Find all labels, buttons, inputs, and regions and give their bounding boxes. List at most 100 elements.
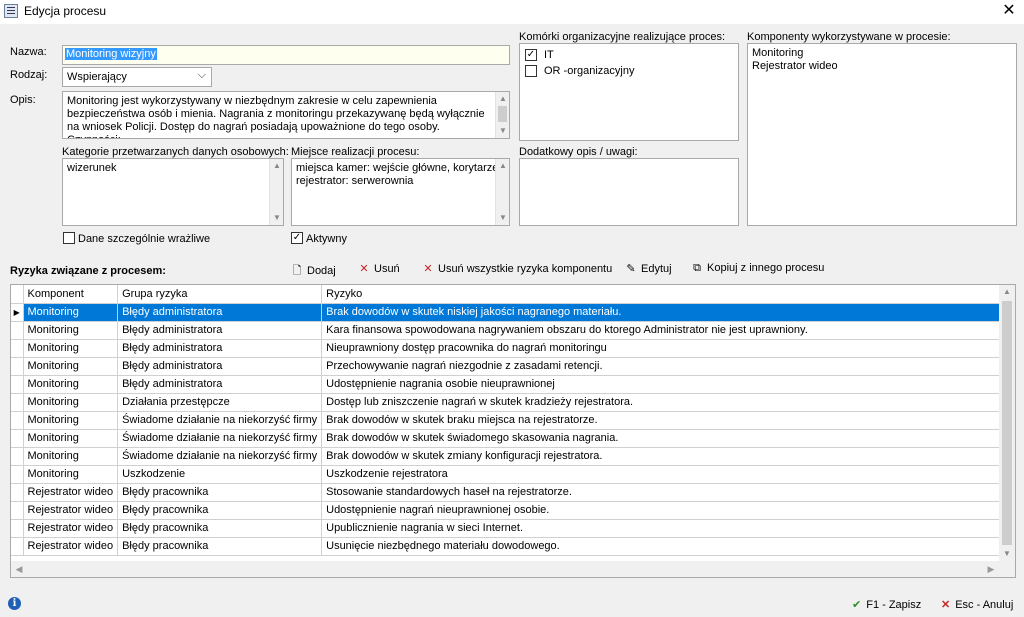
row-indicator[interactable] [11,519,24,538]
close-button[interactable]: ✕ [994,0,1024,24]
cell-component[interactable]: Rejestrator wideo [23,483,119,502]
org-unit-item[interactable]: ✓ IT [523,47,735,63]
cell-component[interactable]: Monitoring [23,411,119,430]
table-row[interactable]: Rejestrator wideo Błędy pracownika Stosowa… [11,483,1009,502]
cell-risk[interactable]: Uszkodzenie rejestratora [321,465,1009,484]
table-row[interactable]: Monitoring Świadome działanie na niekorzy… [11,429,1009,448]
data-categories-textarea[interactable]: wizerunek ▲ ▼ [62,158,284,226]
table-row[interactable]: Monitoring Błędy administratora Udostępnie… [11,375,1009,394]
table-row[interactable]: Monitoring Błędy administratora Nieuprawni… [11,339,1009,358]
cell-risk-group[interactable]: Działania przestępcze [117,393,323,412]
component-item[interactable]: Rejestrator wideo [752,60,1012,73]
cell-component[interactable]: Rejestrator wideo [23,501,119,520]
org-units-list[interactable]: ✓ IT OR -organizacyjny [519,43,739,141]
scroll-up-icon[interactable]: ▲ [270,159,283,173]
cell-risk-group[interactable]: Błędy pracownika [117,519,323,538]
row-indicator[interactable] [11,375,24,394]
scroll-up-icon[interactable]: ▲ [496,92,509,106]
scroll-up-icon[interactable]: ▲ [496,159,509,173]
data-categories-scrollbar[interactable]: ▲ ▼ [269,159,283,225]
cell-risk-group[interactable]: Świadome działanie na niekorzyść firmy [117,429,323,448]
scroll-thumb[interactable] [498,106,507,122]
cancel-button[interactable]: ✕ Esc - Anuluj [941,598,1013,611]
active-checkbox[interactable]: ✓ [291,232,303,244]
cell-risk-group[interactable]: Błędy administratora [117,303,323,322]
notes-textarea[interactable] [519,158,739,226]
scroll-up-icon[interactable]: ▲ [999,285,1015,299]
cell-risk[interactable]: Usunięcie niezbędnego materiału dowodowe… [321,537,1009,556]
row-indicator[interactable] [11,393,24,412]
cell-risk-group[interactable]: Uszkodzenie [117,465,323,484]
risks-grid[interactable]: Komponent Grupa ryzyka Ryzyko ▶ Monitorin… [10,284,1016,578]
cell-component[interactable]: Rejestrator wideo [23,519,119,538]
scroll-down-icon[interactable]: ▼ [496,124,509,138]
cell-risk[interactable]: Brak dowodów w skutek braku miejsca na r… [321,411,1009,430]
table-row[interactable]: Rejestrator wideo Błędy pracownika Usunięc… [11,537,1009,556]
save-button[interactable]: ✔ F1 - Zapisz [852,598,921,611]
cell-component[interactable]: Monitoring [23,447,119,466]
cell-component[interactable]: Monitoring [23,393,119,412]
description-textarea[interactable]: Monitoring jest wykorzystywany w niezbęd… [62,91,510,139]
table-row[interactable]: Monitoring Błędy administratora Przechowyw… [11,357,1009,376]
cell-component[interactable]: Rejestrator wideo [23,537,119,556]
cell-risk-group[interactable]: Błędy administratora [117,339,323,358]
row-indicator[interactable] [11,411,24,430]
cell-risk[interactable]: Brak dowodów w skutek niskiej jakości na… [321,303,1009,322]
cell-risk-group[interactable]: Świadome działanie na niekorzyść firmy [117,411,323,430]
table-row[interactable]: Monitoring Działania przestępcze Dostęp lu… [11,393,1009,412]
component-item[interactable]: Monitoring [752,47,1012,60]
table-row[interactable]: Monitoring Błędy administratora Kara finan… [11,321,1009,340]
cell-component[interactable]: Monitoring [23,339,119,358]
cell-risk-group[interactable]: Błędy administratora [117,375,323,394]
components-list[interactable]: Monitoring Rejestrator wideo [747,43,1017,226]
edit-risk-button[interactable]: ✎ Edytuj [625,262,671,275]
location-scrollbar[interactable]: ▲ ▼ [495,159,509,225]
cell-risk[interactable]: Kara finansowa spowodowana nagrywaniem o… [321,321,1009,340]
grid-vertical-scrollbar[interactable]: ▲ ▼ [999,285,1015,561]
table-row[interactable]: Monitoring Świadome działanie na niekorzy… [11,447,1009,466]
cell-risk[interactable]: Upublicznienie nagrania w sieci Internet… [321,519,1009,538]
cell-risk[interactable]: Brak dowodów w skutek świadomego skasowa… [321,429,1009,448]
row-indicator[interactable] [11,321,24,340]
cell-risk[interactable]: Udostępnienie nagrań nieuprawnionej osob… [321,501,1009,520]
row-indicator[interactable] [11,483,24,502]
sensitive-checkbox[interactable] [63,232,75,244]
column-header-risk[interactable]: Ryzyko [321,285,1009,304]
scroll-down-icon[interactable]: ▼ [999,547,1015,561]
cell-component[interactable]: Monitoring [23,321,119,340]
org-unit-checkbox[interactable]: ✓ [525,49,537,61]
cell-component[interactable]: Monitoring [23,429,119,448]
column-header-risk-group[interactable]: Grupa ryzyka [117,285,323,304]
row-indicator[interactable] [11,429,24,448]
row-pointer-icon[interactable]: ▶ [11,303,24,322]
scroll-right-icon[interactable]: ▶ [983,561,999,577]
row-indicator[interactable] [11,501,24,520]
row-indicator[interactable] [11,465,24,484]
copy-risks-button[interactable]: ⧉ Kopiuj z innego procesu [691,262,824,275]
scroll-down-icon[interactable]: ▼ [270,211,283,225]
cell-risk[interactable]: Brak dowodów w skutek zmiany konfiguracj… [321,447,1009,466]
org-unit-checkbox[interactable] [525,65,537,77]
cell-risk[interactable]: Nieuprawniony dostęp pracownika do nagra… [321,339,1009,358]
cell-component[interactable]: Monitoring [23,303,119,322]
cell-risk[interactable]: Przechowywanie nagrań niezgodnie z zasad… [321,357,1009,376]
cell-risk-group[interactable]: Błędy pracownika [117,501,323,520]
location-textarea[interactable]: miejsca kamer: wejście główne, korytarze… [291,158,510,226]
table-row[interactable]: Monitoring Świadome działanie na niekorzy… [11,411,1009,430]
cell-risk-group[interactable]: Błędy administratora [117,357,323,376]
cell-risk[interactable]: Stosowanie standardowych haseł na rejest… [321,483,1009,502]
remove-risk-button[interactable]: ✕ Usuń [358,262,399,275]
info-icon[interactable]: i [8,597,21,610]
column-header-component[interactable]: Komponent [23,285,119,304]
row-indicator[interactable] [11,447,24,466]
cell-risk-group[interactable]: Błędy administratora [117,321,323,340]
scroll-left-icon[interactable]: ◀ [11,561,27,577]
remove-all-risks-button[interactable]: ✕ Usuń wszystkie ryzyka komponentu [422,262,612,275]
cell-risk[interactable]: Dostęp lub zniszczenie nagrań w skutek k… [321,393,1009,412]
cell-risk-group[interactable]: Błędy pracownika [117,537,323,556]
row-indicator[interactable] [11,339,24,358]
row-indicator[interactable] [11,537,24,556]
scroll-down-icon[interactable]: ▼ [496,211,509,225]
cell-component[interactable]: Monitoring [23,357,119,376]
cell-component[interactable]: Monitoring [23,375,119,394]
